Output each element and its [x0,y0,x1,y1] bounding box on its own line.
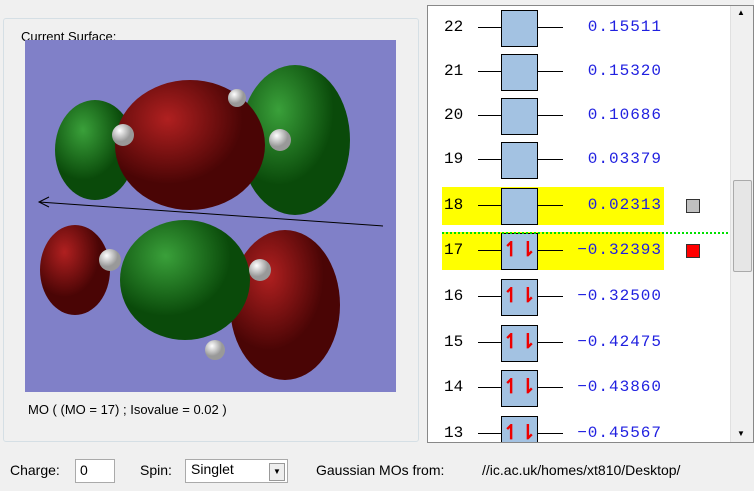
level-line [537,71,563,72]
mo-row[interactable]: 19 0.03379 [428,138,728,182]
level-line [478,296,501,297]
electron-pair-icon: ↿⇂ [502,376,537,398]
mo-energy: 0.15320 [587,62,662,80]
mo-row[interactable]: 14 ↿⇂ −0.43860 [428,366,728,410]
level-line [537,433,563,434]
mo-row[interactable]: 18 0.02313 [428,184,728,228]
level-line [537,159,563,160]
orbital-box[interactable]: ↿⇂ [501,233,538,270]
molecule-viewer[interactable] [25,40,396,392]
mo-number: 17 [444,241,464,259]
mo-energy-list[interactable]: 22 0.15511 21 0.15320 20 0.10686 19 0.03… [427,5,754,443]
mo-surface-render [37,65,384,380]
mo-energy: 0.10686 [587,106,662,124]
level-line [478,115,501,116]
mo-row[interactable]: 17 ↿⇂ −0.32393 [428,229,728,273]
mo-number: 19 [444,150,464,168]
mo-number: 16 [444,287,464,305]
mo-energy: 0.02313 [587,196,662,214]
mo-row[interactable]: 21 0.15320 [428,50,728,94]
surface-caption: MO ( (MO = 17) ; Isovalue = 0.02 ) [28,402,227,417]
level-line [478,159,501,160]
mo-energy: −0.32393 [577,241,662,259]
level-line [537,387,563,388]
mo-energy: −0.43860 [577,378,662,396]
homo-lumo-divider [442,232,728,234]
level-line [537,205,563,206]
scroll-down-icon[interactable]: ▼ [737,429,745,438]
orbital-box[interactable] [501,10,538,47]
scrollbar[interactable]: ▲ ▼ [730,6,753,442]
level-line [537,27,563,28]
mo-row[interactable]: 22 0.15511 [428,6,728,50]
mo-row[interactable]: 13 ↿⇂ −0.45567 [428,412,728,443]
orbital-box[interactable] [501,98,538,135]
mo-number: 22 [444,18,464,36]
mo-row[interactable]: 16 ↿⇂ −0.32500 [428,275,728,319]
electron-pair-icon: ↿⇂ [502,285,537,307]
charge-input[interactable]: 0 [75,459,115,483]
level-line [537,342,563,343]
level-line [478,250,501,251]
level-line [478,205,501,206]
level-line [478,387,501,388]
mo-number: 15 [444,333,464,351]
orbital-box[interactable]: ↿⇂ [501,370,538,407]
mo-row[interactable]: 15 ↿⇂ −0.42475 [428,321,728,365]
orbital-box[interactable] [501,188,538,225]
mo-energy: 0.03379 [587,150,662,168]
mo-energy: −0.32500 [577,287,662,305]
charge-label: Charge: [10,462,60,478]
orbital-box[interactable]: ↿⇂ [501,325,538,362]
spin-value: Singlet [191,461,234,477]
electron-pair-icon: ↿⇂ [502,422,537,443]
electron-pair-icon: ↿⇂ [502,239,537,261]
mo-energy: −0.42475 [577,333,662,351]
scrollbar-thumb[interactable] [733,180,752,272]
level-line [478,71,501,72]
mo-row[interactable]: 20 0.10686 [428,94,728,138]
source-label: Gaussian MOs from: [316,462,445,478]
mo-number: 14 [444,378,464,396]
mo-number: 20 [444,106,464,124]
orbital-box[interactable]: ↿⇂ [501,416,538,443]
level-line [478,27,501,28]
mo-number: 21 [444,62,464,80]
level-line [537,250,563,251]
level-line [537,115,563,116]
orbital-box[interactable]: ↿⇂ [501,279,538,316]
spin-select[interactable]: Singlet ▼ [185,459,288,483]
level-line [478,433,501,434]
mo-energy: 0.15511 [587,18,662,36]
mo-number: 13 [444,424,464,442]
level-line [537,296,563,297]
mo-number: 18 [444,196,464,214]
level-line [478,342,501,343]
chevron-down-icon[interactable]: ▼ [269,463,285,481]
source-path: //ic.ac.uk/homes/xt810/Desktop/ [482,462,681,478]
surface-indicator-icon[interactable] [686,244,700,258]
orbital-box[interactable] [501,54,538,91]
spin-label: Spin: [140,462,172,478]
orbital-box[interactable] [501,142,538,179]
mo-energy: −0.45567 [577,424,662,442]
surface-indicator-icon[interactable] [686,199,700,213]
scroll-up-icon[interactable]: ▲ [737,8,745,17]
electron-pair-icon: ↿⇂ [502,331,537,353]
